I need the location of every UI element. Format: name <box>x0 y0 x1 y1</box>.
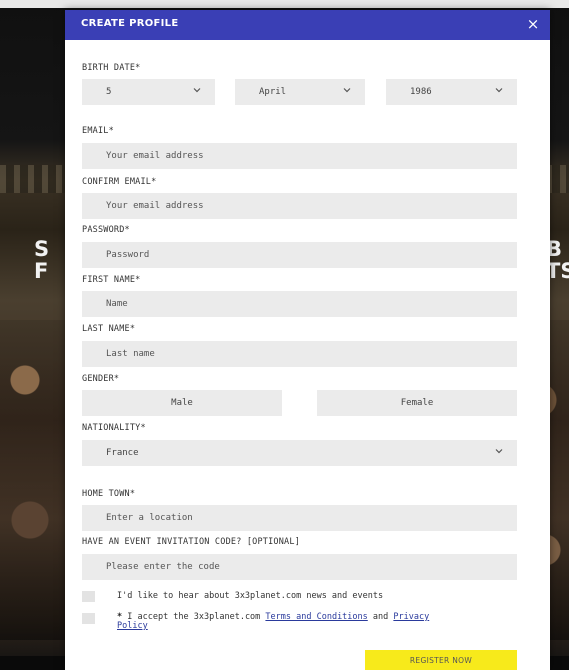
email-label: EMAIL* <box>82 126 114 136</box>
terms-checkbox[interactable] <box>82 613 95 624</box>
register-now-button[interactable]: REGISTER NOW <box>365 650 517 670</box>
home-town-field[interactable] <box>82 505 517 531</box>
home-town-label: HOME TOWN* <box>82 489 136 499</box>
newsletter-text: I'd like to hear about 3x3planet.com new… <box>117 591 384 601</box>
chevron-down-icon <box>343 88 351 93</box>
terms-text-line2: Policy <box>117 622 148 631</box>
email-field[interactable] <box>82 143 517 169</box>
privacy-policy-link-line2[interactable]: Policy <box>117 621 148 631</box>
first-name-field[interactable] <box>82 291 517 317</box>
background-top-strip <box>0 0 569 8</box>
background-heading-left: S F <box>34 238 50 282</box>
first-name-label: FIRST NAME* <box>82 275 141 285</box>
modal-header: CREATE PROFILE × <box>65 10 550 40</box>
birth-month-select[interactable]: April <box>235 79 365 105</box>
password-field[interactable] <box>82 242 517 268</box>
create-profile-modal: CREATE PROFILE × BIRTH DATE* 5 April 198… <box>65 10 550 670</box>
last-name-field[interactable] <box>82 341 517 367</box>
last-name-label: LAST NAME* <box>82 324 136 334</box>
chevron-down-icon <box>193 88 201 93</box>
birth-year-select[interactable]: 1986 <box>386 79 517 105</box>
close-button[interactable]: × <box>524 15 542 33</box>
nationality-select[interactable]: France <box>82 440 517 466</box>
invitation-code-label: HAVE AN EVENT INVITATION CODE? [OPTIONAL… <box>82 537 301 547</box>
nationality-value: France <box>106 448 139 458</box>
password-label: PASSWORD* <box>82 225 130 235</box>
terms-text: * I accept the 3x3planet.com Terms and C… <box>117 613 429 622</box>
birth-day-select[interactable]: 5 <box>82 79 215 105</box>
birth-day-value: 5 <box>106 87 112 97</box>
confirm-email-label: CONFIRM EMAIL* <box>82 177 157 187</box>
privacy-policy-link[interactable]: Privacy <box>393 612 429 622</box>
invitation-code-field[interactable] <box>82 554 517 580</box>
newsletter-checkbox[interactable] <box>82 591 95 602</box>
terms-middle: and <box>367 612 394 622</box>
gender-female-option[interactable]: Female <box>317 390 517 416</box>
nationality-label: NATIONALITY* <box>82 423 146 433</box>
gender-male-option[interactable]: Male <box>82 390 282 416</box>
chevron-down-icon <box>495 88 503 93</box>
terms-and-conditions-link[interactable]: Terms and Conditions <box>265 612 367 622</box>
modal-title: CREATE PROFILE <box>81 18 179 29</box>
birth-date-label: BIRTH DATE* <box>82 63 141 73</box>
birth-year-value: 1986 <box>410 87 432 97</box>
chevron-down-icon <box>495 449 503 454</box>
confirm-email-field[interactable] <box>82 193 517 219</box>
birth-month-value: April <box>259 87 287 97</box>
gender-label: GENDER* <box>82 374 120 384</box>
